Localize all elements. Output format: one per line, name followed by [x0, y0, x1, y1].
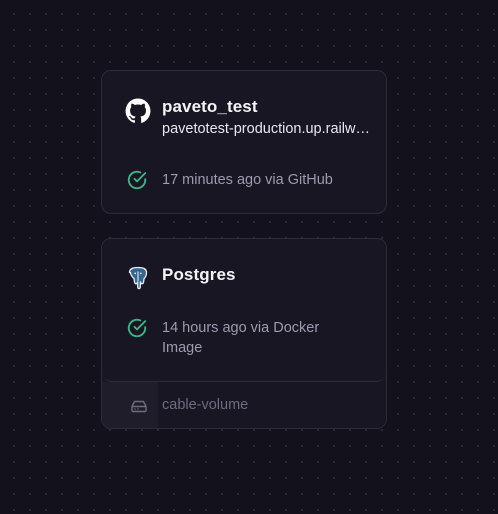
service-card-paveto-test[interactable]: paveto_test pavetotest-production.up.rai…	[101, 70, 387, 214]
postgres-card-header[interactable]: Postgres 14 hours ago via Docker Image	[102, 239, 386, 382]
service-card-postgres[interactable]: Postgres 14 hours ago via Docker Image c…	[101, 238, 387, 429]
canvas: { "services": [ { "name": "paveto_test",…	[0, 0, 498, 514]
github-icon	[125, 98, 151, 124]
service-name: Postgres	[162, 265, 236, 284]
hard-drive-icon	[130, 398, 148, 414]
service-domain-link[interactable]: pavetotest-production.up.railway.app	[162, 121, 372, 137]
volume-row[interactable]: cable-volume	[102, 382, 386, 428]
service-name: paveto_test	[162, 97, 258, 116]
volume-name: cable-volume	[162, 397, 249, 413]
check-circle-icon	[126, 317, 148, 339]
deploy-status: 17 minutes ago via GitHub	[162, 172, 333, 188]
check-circle-icon	[126, 169, 148, 191]
postgres-icon	[125, 265, 151, 291]
deploy-status: 14 hours ago via Docker Image	[162, 320, 320, 356]
